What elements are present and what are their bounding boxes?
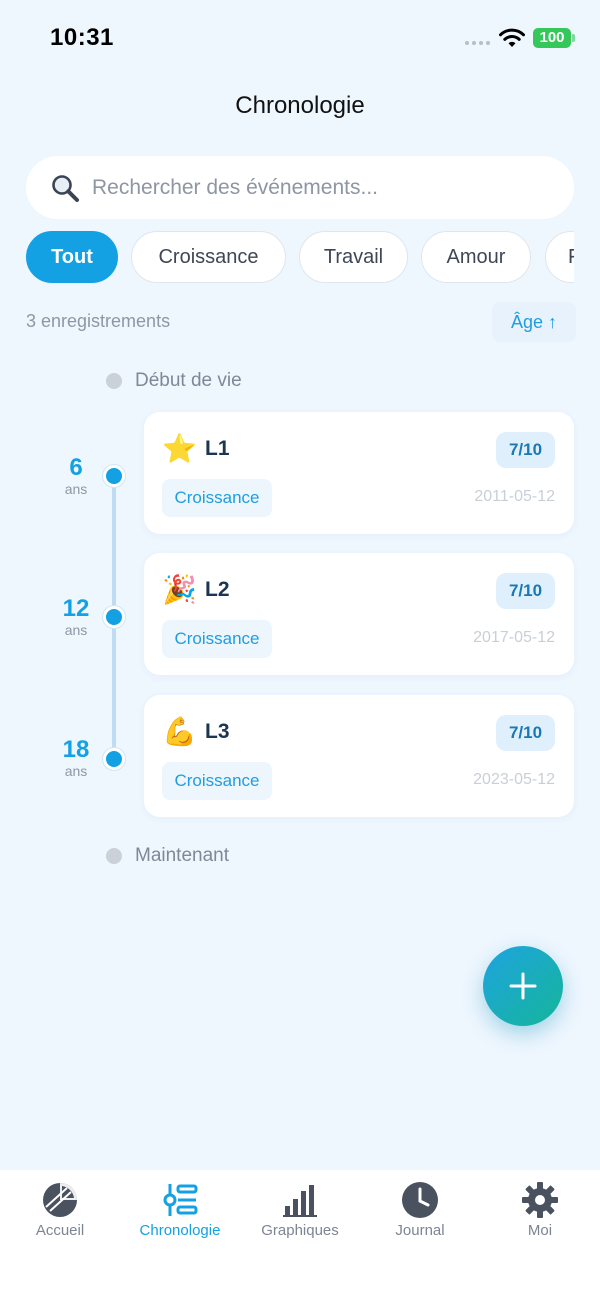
sort-by-age-button[interactable]: Âge ↑: [492, 302, 576, 342]
age-unit: ans: [64, 622, 88, 638]
clock-icon: [402, 1182, 438, 1218]
event-age: 12 ans: [40, 595, 112, 639]
star-emoji-icon: ⭐: [162, 433, 197, 464]
battery-indicator: 100: [533, 28, 571, 48]
event-card[interactable]: 🎉 L2 7/10 Croissance 2017-05-12: [144, 553, 574, 675]
tab-label: Chronologie: [139, 1222, 221, 1239]
event-age: 6 ans: [40, 454, 112, 498]
tab-label: Moi: [527, 1222, 553, 1239]
tab-label: Journal: [395, 1222, 445, 1239]
event-title: L2: [205, 578, 230, 601]
timeline-icon: [163, 1184, 198, 1216]
event-category-tag: Croissance: [162, 479, 272, 517]
event-title: L1: [205, 437, 230, 460]
search-bar[interactable]: [26, 156, 574, 219]
timeline-end: Maintenant: [106, 845, 229, 867]
timeline-start: Début de vie: [106, 370, 242, 392]
bar-chart-icon: [283, 1185, 317, 1217]
timeline-dot: [103, 748, 125, 770]
event-score-badge: 7/10: [496, 715, 555, 751]
event-age: 18 ans: [40, 736, 112, 780]
event-category-tag: Croissance: [162, 620, 272, 658]
tab-bar: Accueil Chronologie Graphiques Journal M…: [0, 1170, 600, 1299]
filter-chip-travail[interactable]: Travail: [299, 231, 408, 283]
event-date: 2011-05-12: [474, 488, 555, 505]
timeline-start-dot: [106, 373, 122, 389]
record-count: 3 enregistrements: [26, 311, 171, 331]
page-title: Chronologie: [235, 92, 365, 119]
timeline-dot: [103, 465, 125, 487]
filter-chip-partial[interactable]: F: [545, 231, 574, 283]
event-score-badge: 7/10: [496, 573, 555, 609]
filter-chip-croissance[interactable]: Croissance: [131, 231, 286, 283]
status-bar: 10:31 100: [0, 0, 600, 76]
age-number: 6: [69, 454, 83, 481]
pie-chart-icon: [43, 1183, 77, 1217]
tab-moi[interactable]: Moi: [480, 1178, 600, 1248]
age-unit: ans: [64, 481, 88, 497]
party-popper-emoji-icon: 🎉: [162, 574, 197, 605]
age-number: 18: [62, 736, 90, 763]
event-date: 2017-05-12: [473, 629, 555, 646]
event-card[interactable]: 💪 L3 7/10 Croissance 2023-05-12: [144, 695, 574, 817]
tab-label: Accueil: [35, 1222, 85, 1239]
timeline-dot: [103, 606, 125, 628]
event-card[interactable]: ⭐ L1 7/10 Croissance 2011-05-12: [144, 412, 574, 534]
gear-icon: [522, 1182, 558, 1218]
plus-icon: [509, 972, 537, 1000]
add-event-button[interactable]: [483, 946, 563, 1026]
event-category-tag: Croissance: [162, 762, 272, 800]
filter-chip-all[interactable]: Tout: [26, 231, 118, 283]
wifi-icon: [499, 28, 525, 47]
filter-chip-amour[interactable]: Amour: [421, 231, 531, 283]
search-icon: [52, 175, 79, 202]
event-title: L3: [205, 720, 230, 743]
search-input[interactable]: [92, 156, 552, 219]
age-number: 12: [62, 595, 90, 622]
category-filter-bar: Tout Croissance Travail Amour F: [26, 231, 574, 283]
status-time: 10:31: [50, 24, 114, 51]
timeline-end-label: Maintenant: [135, 845, 230, 866]
tab-graphiques[interactable]: Graphiques: [240, 1178, 360, 1248]
event-date: 2023-05-12: [473, 771, 555, 788]
tab-accueil[interactable]: Accueil: [0, 1178, 120, 1248]
signal-icon: [465, 41, 490, 45]
flexed-biceps-emoji-icon: 💪: [162, 716, 197, 747]
tab-label: Graphiques: [261, 1222, 339, 1239]
age-unit: ans: [64, 763, 88, 779]
battery-tip: [572, 34, 575, 42]
tab-chronologie[interactable]: Chronologie: [120, 1178, 240, 1248]
timeline-start-label: Début de vie: [135, 370, 242, 391]
tab-journal[interactable]: Journal: [360, 1178, 480, 1248]
timeline-end-dot: [106, 848, 122, 864]
event-score-badge: 7/10: [496, 432, 555, 468]
